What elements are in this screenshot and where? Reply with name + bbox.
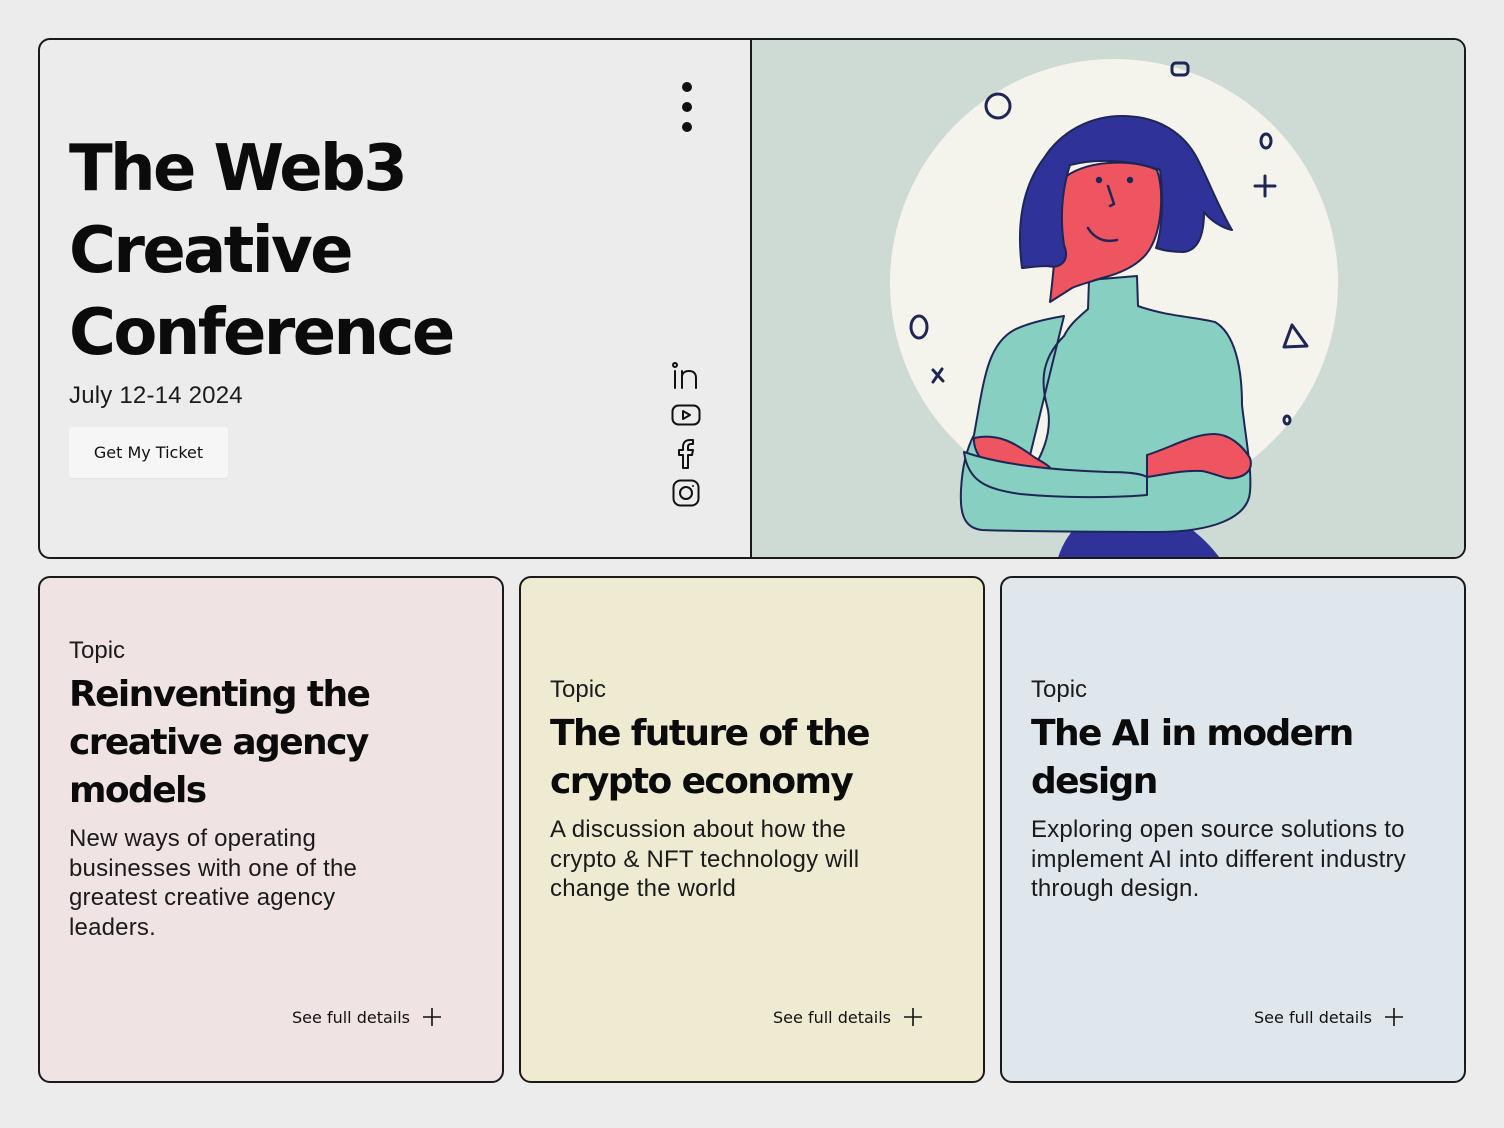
youtube-icon[interactable]: [670, 401, 702, 429]
topic-title: The AI in modern design: [1031, 713, 1354, 802]
topic-title: The future of the crypto economy: [550, 713, 871, 802]
more-vertical-icon[interactable]: [674, 82, 700, 132]
plus-icon: [904, 1008, 922, 1026]
conference-title: The Web3 Creative Conference: [69, 128, 589, 374]
topic-description: A discussion about how the crypto & NFT …: [550, 816, 860, 902]
topic-description: Exploring open source solutions to imple…: [1031, 816, 1406, 902]
woman-arms-crossed-illustration: [890, 59, 1338, 557]
plus-icon: [423, 1008, 441, 1026]
topic-label: Topic: [1031, 676, 1088, 703]
topic-card: Topic The AI in modern design Exploring …: [1000, 576, 1466, 1083]
linkedin-icon[interactable]: [670, 362, 702, 390]
hero-info-panel: The Web3 Creative Conference July 12-14 …: [40, 40, 752, 557]
topic-card: Topic The future of the crypto economy A…: [519, 576, 985, 1083]
social-links: [668, 362, 704, 507]
topic-card: Topic Reinventing the creative agency mo…: [38, 576, 504, 1083]
see-details-label: See full details: [292, 1007, 410, 1027]
topic-description: New ways of operating businesses with on…: [69, 825, 358, 941]
hero-banner: The Web3 Creative Conference July 12-14 …: [38, 38, 1466, 559]
see-details-link[interactable]: See full details: [292, 1007, 442, 1027]
topic-label: Topic: [69, 637, 126, 664]
instagram-icon[interactable]: [670, 479, 702, 507]
hero-illustration: [752, 40, 1464, 557]
get-ticket-button[interactable]: Get My Ticket: [69, 427, 228, 478]
facebook-icon[interactable]: [670, 439, 702, 469]
conference-title-line: The Web3: [69, 132, 408, 206]
see-details-link[interactable]: See full details: [773, 1007, 923, 1027]
see-details-label: See full details: [773, 1007, 891, 1027]
see-details-label: See full details: [1254, 1007, 1372, 1027]
conference-title-line: Creative: [69, 214, 354, 288]
topic-label: Topic: [550, 676, 607, 703]
see-details-link[interactable]: See full details: [1254, 1007, 1404, 1027]
conference-title-line: Conference: [69, 296, 455, 370]
plus-icon: [1385, 1008, 1403, 1026]
topic-title: Reinventing the creative agency models: [69, 674, 371, 811]
conference-date: July 12-14 2024: [69, 382, 243, 409]
